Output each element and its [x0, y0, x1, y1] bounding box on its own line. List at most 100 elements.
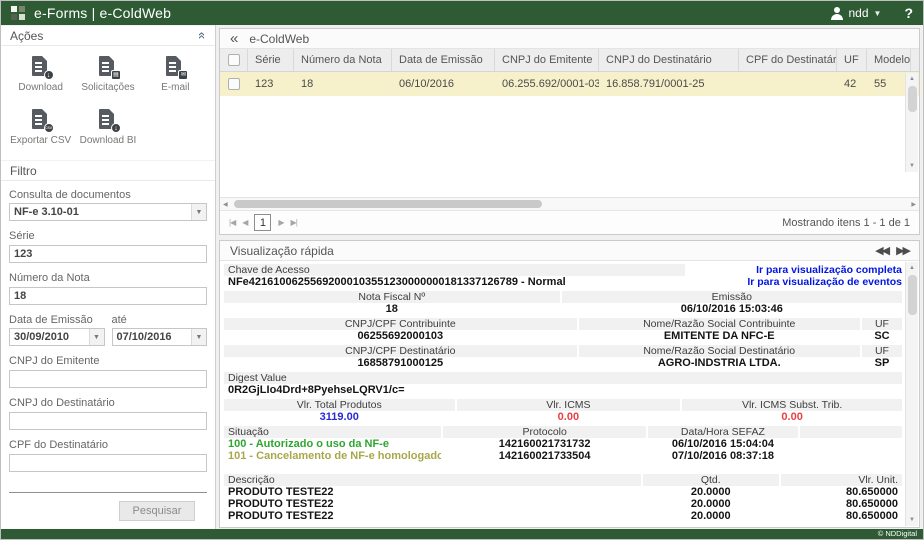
cell-serie: 123	[248, 72, 294, 96]
uf-destinatario-value: SP	[862, 357, 902, 370]
sefaz-label: Data/Hora SEFAZ	[648, 426, 797, 438]
previous-document-icon[interactable]: ◀◀	[875, 244, 888, 257]
vlr-icms-value: 0.00	[457, 411, 681, 424]
data-emissao-select[interactable]: 30/09/2010 ▼	[9, 328, 105, 346]
filter-header: Filtro	[1, 160, 215, 181]
pagination-summary: Mostrando itens 1 - 1 de 1	[782, 217, 910, 229]
scroll-down-icon[interactable]: ▼	[909, 160, 915, 172]
cnpj-destinatario-label: CNPJ/CPF Destinatário	[224, 345, 577, 357]
scroll-right-icon[interactable]: ▶	[911, 201, 916, 208]
collapse-panel-icon[interactable]: «	[230, 31, 238, 46]
first-page-icon[interactable]: |◀	[229, 218, 235, 227]
cnpj-destinatario-input[interactable]	[9, 412, 207, 430]
quick-view-scrollbar[interactable]: ▲ ▼	[905, 262, 918, 526]
table-vertical-scrollbar[interactable]: ▲ ▼	[905, 73, 918, 172]
requests-document-icon: ▤	[97, 56, 119, 78]
export-csv-document-icon: csv	[30, 109, 52, 131]
protocolo-value: 142160021731732	[443, 438, 646, 450]
column-header-cnpj-destinatario[interactable]: CNPJ do Destinatário	[599, 49, 739, 71]
column-header-uf[interactable]: UF	[837, 49, 867, 71]
pagination-bar: |◀ ◀ 1 ▶ ▶| Mostrando itens 1 - 1 de 1	[220, 210, 919, 234]
situacao-row: 100 - Autorizado o uso da NF-e 142160021…	[224, 438, 902, 450]
nome-destinatario-value: AGRO-INDSTRIA LTDA.	[579, 357, 860, 370]
scroll-up-icon[interactable]: ▲	[909, 73, 915, 85]
serie-label: Série	[9, 230, 207, 242]
main-area: « e-ColdWeb Série Número da Nota Data de…	[216, 25, 923, 529]
table-horizontal-scrollbar[interactable]: ◀ ▶	[220, 197, 919, 210]
link-visualizacao-completa[interactable]: Ir para visualização completa	[687, 264, 902, 276]
chevron-down-icon: ▼	[874, 9, 882, 18]
protocolo-label: Protocolo	[443, 426, 646, 438]
export-csv-button[interactable]: csv Exportar CSV	[7, 109, 74, 146]
column-header-serie[interactable]: Série	[248, 49, 294, 71]
vlr-total-produtos-label: Vlr. Total Produtos	[224, 399, 455, 411]
previous-page-icon[interactable]: ◀	[242, 218, 247, 227]
cell-uf: 42	[837, 72, 867, 96]
scroll-down-icon[interactable]: ▼	[909, 514, 915, 526]
status-value: 100 - Autorizado o uso da NF-e	[224, 438, 441, 450]
scrollbar-thumb[interactable]	[234, 200, 542, 208]
table-header: Série Número da Nota Data de Emissão CNP…	[220, 49, 919, 72]
chave-acesso-value: NFe4216100625569200010355123000000018133…	[224, 276, 685, 289]
descricao-column-header: Descrição	[224, 474, 641, 486]
next-document-icon[interactable]: ▶▶	[896, 244, 909, 257]
current-page-button[interactable]: 1	[254, 214, 271, 231]
collapse-actions-icon[interactable]: «	[196, 32, 209, 39]
cpf-destinatario-input[interactable]	[9, 454, 207, 472]
cell-cpf-destinatario	[739, 72, 837, 96]
search-button[interactable]: Pesquisar	[119, 501, 195, 521]
scroll-up-icon[interactable]: ▲	[909, 262, 915, 274]
link-visualizacao-eventos[interactable]: Ir para visualização de eventos	[687, 276, 902, 288]
table-row[interactable]: 123 18 06/10/2016 06.255.692/0001-03 16.…	[220, 72, 919, 96]
cnpj-destinatario-value: 16858791000125	[224, 357, 577, 370]
email-button[interactable]: ✉ E-mail	[142, 56, 209, 93]
download-button[interactable]: ↓ Download	[7, 56, 74, 93]
product-row: PRODUTO TESTE22 20.0000 80.650000	[224, 498, 902, 510]
results-panel-title: e-ColdWeb	[249, 32, 309, 46]
product-row: PRODUTO TESTE22 20.0000 80.650000	[224, 486, 902, 498]
sidebar: Ações « ↓ Download ▤ Solicitações	[1, 25, 216, 529]
scrollbar-thumb[interactable]	[908, 86, 917, 112]
download-bi-button[interactable]: ↓ Download BI	[74, 109, 141, 146]
user-menu[interactable]: ndd ▼	[830, 6, 881, 20]
scroll-left-icon[interactable]: ◀	[223, 201, 228, 208]
digest-value-label: Digest Value	[224, 372, 902, 384]
row-checkbox[interactable]	[228, 78, 240, 90]
sefaz-value: 06/10/2016 15:04:04	[648, 438, 797, 450]
solicitacoes-button[interactable]: ▤ Solicitações	[74, 56, 141, 93]
qtd-column-header: Qtd.	[643, 474, 779, 486]
numero-nota-input[interactable]	[9, 287, 207, 305]
protocolo-value: 142160021733504	[443, 450, 646, 462]
status-value: 101 - Cancelamento de NF-e homologado	[224, 450, 441, 462]
cnpj-emitente-input[interactable]	[9, 370, 207, 388]
app-logo-icon	[11, 6, 25, 20]
select-all-checkbox[interactable]	[228, 54, 240, 66]
data-ate-select[interactable]: 07/10/2016 ▼	[112, 328, 208, 346]
nome-contribuinte-label: Nome/Razão Social Contribuinte	[579, 318, 860, 330]
last-page-icon[interactable]: ▶|	[291, 218, 297, 227]
cell-data-emissao: 06/10/2016	[392, 72, 495, 96]
situacao-label: Situação	[224, 426, 441, 438]
user-icon	[830, 7, 843, 20]
scrollbar-thumb[interactable]	[908, 275, 917, 315]
column-header-cnpj-emitente[interactable]: CNPJ do Emitente	[495, 49, 599, 71]
column-header-modelo[interactable]: Modelo	[867, 49, 911, 71]
emissao-value: 06/10/2016 15:03:46	[562, 303, 902, 316]
column-header-numero[interactable]: Número da Nota	[294, 49, 392, 71]
footer-bar: © NDDigital	[1, 529, 923, 539]
cnpj-contribuinte-value: 06255692000103	[224, 330, 577, 343]
serie-input[interactable]	[9, 245, 207, 263]
uf-contribuinte-label: UF	[862, 318, 902, 330]
column-header-cpf-destinatario[interactable]: CPF do Destinatário	[739, 49, 837, 71]
uf-contribuinte-value: SC	[862, 330, 902, 343]
next-page-icon[interactable]: ▶	[278, 218, 283, 227]
uf-destinatario-label: UF	[862, 345, 902, 357]
document-query-select[interactable]: NF-e 3.10-01 ▼	[9, 203, 207, 221]
app-window: e-Forms | e-ColdWeb ndd ▼ ? Ações « ↓ Do…	[0, 0, 924, 540]
column-header-data-emissao[interactable]: Data de Emissão	[392, 49, 495, 71]
copyright-text: © NDDigital	[878, 529, 917, 538]
vlr-unit-column-header: Vlr. Unit.	[781, 474, 902, 486]
help-button[interactable]: ?	[904, 5, 913, 21]
email-document-icon: ✉	[164, 56, 186, 78]
chevron-down-icon: ▼	[191, 204, 206, 220]
